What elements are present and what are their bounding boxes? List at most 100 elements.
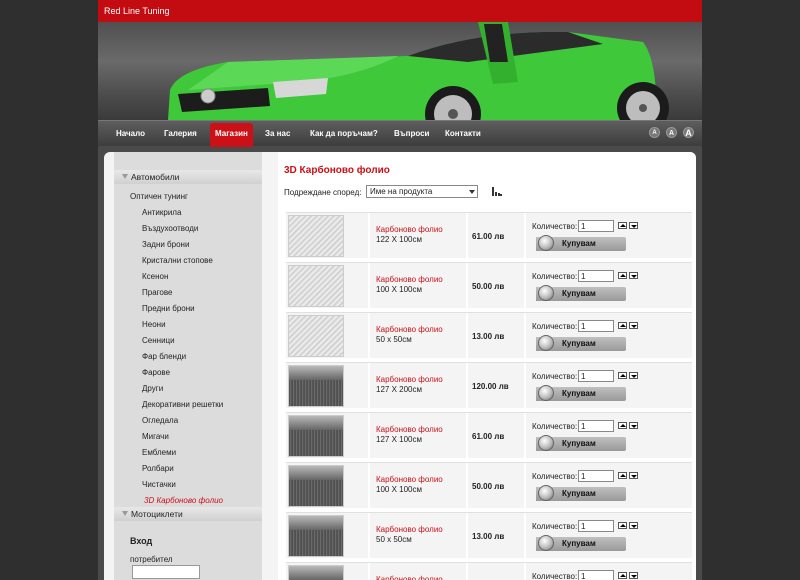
qty-decrease-icon[interactable] [629,222,638,229]
qty-decrease-icon[interactable] [629,322,638,329]
product-name-link[interactable]: Карбоново фолио [376,525,443,534]
qty-input[interactable]: 1 [578,420,614,432]
cell-divider [466,213,468,259]
sidebar-item[interactable]: Фарове [142,368,290,377]
cell-divider [524,313,526,359]
sidebar-item[interactable]: Въздухоотводи [142,224,290,233]
product-name-link[interactable]: Карбоново фолио [376,575,443,580]
qty-increase-icon[interactable] [618,522,627,529]
sidebar-item[interactable]: Ксенон [142,272,290,281]
qty-increase-icon[interactable] [618,372,627,379]
qty-decrease-icon[interactable] [629,572,638,579]
sidebar-item[interactable]: Огледала [142,416,290,425]
login-user-input[interactable] [132,565,200,579]
product-name-link[interactable]: Карбоново фолио [376,325,443,334]
qty-increase-icon[interactable] [618,472,627,479]
cell-divider [466,563,468,580]
qty-input[interactable]: 1 [578,470,614,482]
sidebar-item[interactable]: Антикрила [142,208,290,217]
qty-increase-icon[interactable] [618,572,627,579]
buy-cart-icon [538,335,554,351]
qty-label: Количество: [532,522,578,531]
product-name-link[interactable]: Карбоново фолио [376,425,443,434]
product-name-link[interactable]: Карбоново фолио [376,475,443,484]
qty-decrease-icon[interactable] [629,372,638,379]
nav-faq[interactable]: Въпроси [394,121,429,147]
sidebar-subcategory-optical[interactable]: Оптичен тунинг [130,192,278,201]
product-thumbnail[interactable] [288,465,344,507]
font-size-medium-button[interactable]: A [666,127,677,138]
sidebar-item[interactable]: Емблеми [142,448,290,457]
product-row: Карбоново фолио 100 X 100см 50.00 лв Кол… [286,262,692,309]
sidebar-item[interactable]: Неони [142,320,290,329]
product-name-link[interactable]: Карбоново фолио [376,375,443,384]
qty-increase-icon[interactable] [618,272,627,279]
product-row: Карбоново фолио 100 X 100см 50.00 лв Кол… [286,462,692,509]
nav-gallery[interactable]: Галерия [164,121,197,147]
sidebar-category-label: Мотоциклети [131,509,183,519]
cell-divider [524,363,526,409]
product-thumbnail[interactable] [288,215,344,257]
qty-decrease-icon[interactable] [629,472,638,479]
sidebar-item[interactable]: Чистачки [142,480,290,489]
sidebar-category-automobiles[interactable]: Автомобили [114,170,262,184]
cell-divider [368,413,370,459]
product-thumbnail[interactable] [288,315,344,357]
qty-input[interactable]: 1 [578,270,614,282]
sidebar-item[interactable]: Декоративни решетки [142,400,290,409]
product-size: 50 x 50см [376,535,412,544]
sidebar-item[interactable]: Задни брони [142,240,290,249]
qty-input[interactable]: 1 [578,220,614,232]
sidebar-item[interactable]: Мигачи [142,432,290,441]
cell-divider [524,513,526,559]
qty-input[interactable]: 1 [578,520,614,532]
cell-divider [368,213,370,259]
product-name-link[interactable]: Карбоново фолио [376,275,443,284]
qty-input[interactable]: 1 [578,320,614,332]
sidebar-item[interactable]: Други [142,384,290,393]
qty-label: Количество: [532,272,578,281]
product-name-link[interactable]: Карбоново фолио [376,225,443,234]
sidebar-item[interactable]: Кристални стопове [142,256,290,265]
sidebar-category-motorcycles[interactable]: Мотоциклети [114,507,262,521]
qty-input[interactable]: 1 [578,370,614,382]
sidebar-item[interactable]: Прагове [142,288,290,297]
font-size-small-button[interactable]: A [649,127,660,138]
qty-decrease-icon[interactable] [629,422,638,429]
cell-divider [368,463,370,509]
cell-divider [466,463,468,509]
product-thumbnail[interactable] [288,515,344,557]
sidebar-item[interactable]: Ролбари [142,464,290,473]
sort-order-icon[interactable] [492,187,502,196]
qty-increase-icon[interactable] [618,322,627,329]
cell-divider [466,513,468,559]
qty-decrease-icon[interactable] [629,522,638,529]
product-thumbnail[interactable] [288,265,344,307]
sidebar-category-label: Автомобили [131,172,180,182]
font-size-large-button[interactable]: A [683,127,694,138]
qty-input[interactable]: 1 [578,570,614,580]
qty-decrease-icon[interactable] [629,272,638,279]
nav-shop[interactable]: Магазин [210,123,253,147]
nav-how-to-order[interactable]: Как да поръчам? [310,121,378,147]
qty-increase-icon[interactable] [618,222,627,229]
nav-about[interactable]: За нас [265,121,290,147]
product-thumbnail[interactable] [288,365,344,407]
site-title[interactable]: Red Line Tuning [98,0,702,22]
sort-select[interactable]: Име на продукта [366,185,478,198]
nav-home[interactable]: Начало [116,121,145,147]
product-thumbnail[interactable] [288,415,344,457]
nav-contacts[interactable]: Контакти [445,121,481,147]
product-price: 120.00 лв [472,382,509,391]
sort-label: Подреждане според: [284,188,362,197]
sidebar-item-active[interactable]: 3D Карбоново фолио [144,496,292,505]
cell-divider [524,263,526,309]
product-size: 122 X 100см [376,235,422,244]
qty-increase-icon[interactable] [618,422,627,429]
cell-divider [466,363,468,409]
sidebar-item[interactable]: Фар бленди [142,352,290,361]
product-thumbnail[interactable] [288,565,344,580]
buy-cart-icon [538,435,554,451]
sidebar-item[interactable]: Сенници [142,336,290,345]
sidebar-item[interactable]: Предни брони [142,304,290,313]
